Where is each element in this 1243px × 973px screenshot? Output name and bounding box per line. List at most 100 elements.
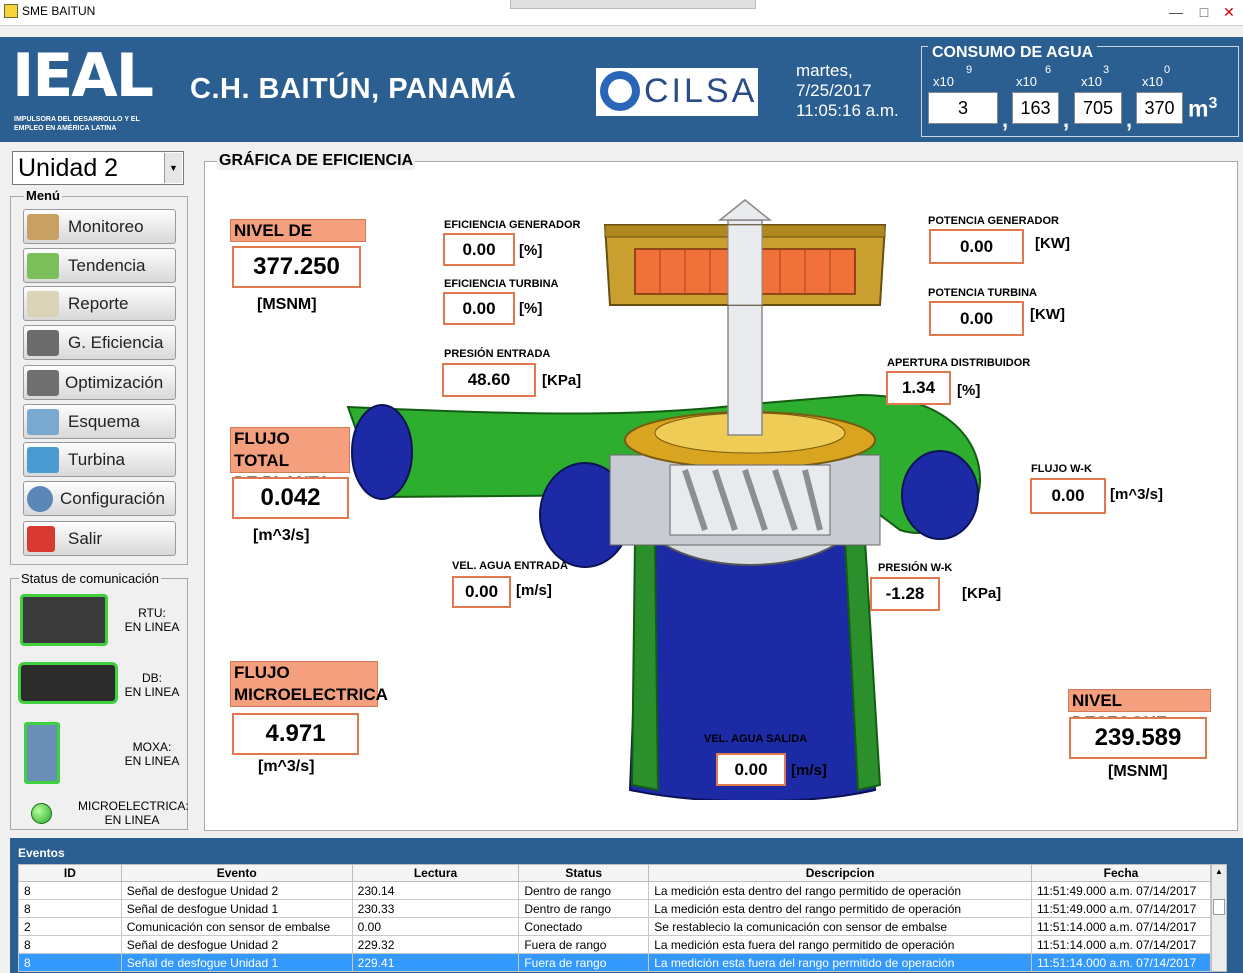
presion-wk-label: PRESIÓN W-K bbox=[878, 562, 953, 574]
table-cell: 11:51:14.000 a.m. 07/14/2017 bbox=[1031, 917, 1211, 936]
consumo-separator: , bbox=[1002, 107, 1009, 132]
table-row[interactable]: 8 Señal de desfogue Unidad 2 230.14 Dent… bbox=[18, 881, 1211, 900]
menu-eficiencia-button[interactable]: G. Eficiencia bbox=[23, 325, 176, 360]
menu-configuracion-button[interactable]: Configuración bbox=[23, 481, 176, 516]
menu-monitoreo-button[interactable]: Monitoreo bbox=[23, 209, 176, 244]
menu-item-label: Salir bbox=[68, 529, 103, 548]
gear-icon bbox=[27, 486, 53, 512]
consumo-exponent: 6 bbox=[1045, 64, 1052, 76]
consumo-multiplier: x10 bbox=[933, 74, 954, 89]
consumo-separator: , bbox=[1126, 107, 1133, 132]
table-cell: Comunicación con sensor de embalse bbox=[120, 917, 353, 936]
header-banner: IEAL IMPULSORA DEL DESARROLLO Y EL EMPLE… bbox=[0, 37, 1243, 142]
window-title-bar[interactable]: SME BAITUN — □ ✕ bbox=[0, 0, 1243, 26]
ef-generador-unit: [%] bbox=[519, 242, 543, 259]
column-header-descripcion[interactable]: Descripcion bbox=[648, 864, 1032, 882]
optimization-chart-icon bbox=[27, 370, 59, 396]
table-cell: Señal de desfogue Unidad 1 bbox=[120, 953, 353, 972]
plant-title: C.H. BAITÚN, PANAMÁ bbox=[190, 73, 517, 105]
ieal-logo-subtitle: IMPULSORA DEL DESARROLLO Y EL EMPLEO EN … bbox=[14, 116, 140, 132]
home-icon bbox=[27, 214, 59, 240]
column-header-fecha[interactable]: Fecha bbox=[1031, 864, 1211, 882]
consumo-separator: , bbox=[1063, 107, 1070, 132]
presion-entrada-unit: [KPa] bbox=[542, 372, 582, 389]
events-scrollbar[interactable]: ▲ bbox=[1211, 864, 1227, 972]
apertura-value: 1.34 bbox=[886, 371, 951, 405]
flujo-total-value: 0.042 bbox=[232, 477, 349, 519]
column-header-lectura[interactable]: Lectura bbox=[351, 864, 520, 882]
consumo-exponent: 9 bbox=[966, 64, 973, 76]
consumo-agua-label: CONSUMO DE AGUA bbox=[928, 42, 1098, 64]
microelectrica-status: MICROELECTRICA: EN LINEA bbox=[78, 799, 189, 827]
vel-entrada-unit: [m/s] bbox=[516, 582, 552, 599]
table-cell: Señal de desfogue Unidad 1 bbox=[120, 899, 353, 918]
status-name: RTU: bbox=[138, 606, 166, 620]
menu-optimizacion-button[interactable]: Optimización bbox=[23, 365, 176, 400]
spiral-case-opening-right bbox=[901, 450, 979, 540]
unit-select[interactable]: Unidad 2 ▼ bbox=[12, 151, 184, 185]
table-cell: Fuera de rango bbox=[518, 935, 650, 954]
pot-turbina-unit: [KW] bbox=[1030, 306, 1065, 323]
table-row-selected[interactable]: 8 Señal de desfogue Unidad 1 229.41 Fuer… bbox=[18, 953, 1211, 972]
table-cell: Conectado bbox=[518, 917, 650, 936]
table-cell: 8 bbox=[18, 935, 122, 954]
events-label: Eventos bbox=[18, 846, 65, 860]
menu-tendencia-button[interactable]: Tendencia bbox=[23, 248, 176, 283]
events-table-header: ID Evento Lectura Status Descripcion Fec… bbox=[18, 864, 1211, 882]
flujo-micro-label-line1: FLUJO bbox=[234, 663, 290, 682]
menu-item-label: Configuración bbox=[60, 489, 165, 508]
column-header-status[interactable]: Status bbox=[518, 864, 650, 882]
flujo-micro-label-line2: MICROELECTRICA bbox=[234, 685, 388, 704]
menu-reporte-button[interactable]: Reporte bbox=[23, 286, 176, 321]
table-cell: 8 bbox=[18, 953, 122, 972]
table-row[interactable]: 8 Señal de desfogue Unidad 1 230.33 Dent… bbox=[18, 899, 1211, 918]
scroll-up-icon[interactable]: ▲ bbox=[1215, 867, 1223, 876]
column-header-evento[interactable]: Evento bbox=[120, 864, 353, 882]
presion-entrada-label: PRESIÓN ENTRADA bbox=[444, 348, 551, 360]
efficiency-panel-title: GRÁFICA DE EFICIENCIA bbox=[217, 152, 416, 170]
menu-salir-button[interactable]: Salir bbox=[23, 521, 176, 556]
menu-label: Menú bbox=[24, 188, 62, 203]
close-icon[interactable]: ✕ bbox=[1216, 2, 1242, 22]
time-label: 11:05:16 a.m. bbox=[796, 101, 899, 120]
nivel-presa-label: NIVEL DE PRESA bbox=[230, 219, 366, 262]
table-row[interactable]: 2 Comunicación con sensor de embalse 0.0… bbox=[18, 917, 1211, 936]
vel-entrada-label: VEL. AGUA ENTRADA bbox=[452, 560, 568, 572]
title-bar-handle bbox=[510, 0, 756, 9]
table-row[interactable]: 8 Señal de desfogue Unidad 2 229.32 Fuer… bbox=[18, 935, 1211, 954]
window-title: SME BAITUN bbox=[22, 4, 96, 18]
column-header-id[interactable]: ID bbox=[18, 864, 122, 882]
flujo-micro-unit: [m^3/s] bbox=[258, 758, 315, 775]
events-table[interactable]: ID Evento Lectura Status Descripcion Fec… bbox=[18, 864, 1211, 972]
maximize-icon[interactable]: □ bbox=[1191, 2, 1217, 22]
table-cell: Señal de desfogue Unidad 2 bbox=[120, 881, 353, 900]
scrollbar-thumb[interactable] bbox=[1213, 899, 1225, 915]
minimize-icon[interactable]: — bbox=[1163, 2, 1189, 22]
table-cell: 11:51:49.000 a.m. 07/14/2017 bbox=[1031, 899, 1211, 918]
flujo-total-unit: [m^3/s] bbox=[253, 527, 310, 544]
ef-generador-value: 0.00 bbox=[443, 233, 515, 266]
menu-turbina-button[interactable]: Turbina bbox=[23, 442, 176, 477]
menu-esquema-button[interactable]: Esquema bbox=[23, 404, 176, 439]
table-cell: 8 bbox=[18, 899, 122, 918]
nivel-desfogue-label: NIVEL DESFOGUE bbox=[1068, 689, 1211, 732]
ef-generador-label: EFICIENCIA GENERADOR bbox=[444, 219, 581, 231]
pot-generador-label: POTENCIA GENERADOR bbox=[928, 215, 1059, 227]
table-cell: Señal de desfogue Unidad 2 bbox=[120, 935, 353, 954]
flujo-wk-label: FLUJO W-K bbox=[1031, 463, 1092, 475]
table-cell: 0.00 bbox=[351, 917, 520, 936]
menu-item-label: Tendencia bbox=[68, 256, 146, 275]
consumo-unit: m3 bbox=[1188, 95, 1217, 123]
table-cell: 230.14 bbox=[351, 881, 520, 900]
table-cell: 11:51:49.000 a.m. 07/14/2017 bbox=[1031, 881, 1211, 900]
presion-wk-unit: [KPa] bbox=[962, 585, 1002, 602]
ieal-logo: IEAL bbox=[12, 41, 154, 111]
moxa-status: MOXA: EN LINEA bbox=[118, 740, 186, 768]
nivel-presa-value: 377.250 bbox=[232, 246, 361, 288]
day-label: martes, bbox=[796, 61, 853, 80]
table-cell: 11:51:14.000 a.m. 07/14/2017 bbox=[1031, 935, 1211, 954]
pot-generador-unit: [KW] bbox=[1035, 235, 1070, 252]
shaft-through-generator bbox=[727, 224, 763, 306]
chevron-down-icon[interactable]: ▼ bbox=[164, 153, 182, 183]
consumo-value-e0: 370 bbox=[1136, 92, 1183, 124]
